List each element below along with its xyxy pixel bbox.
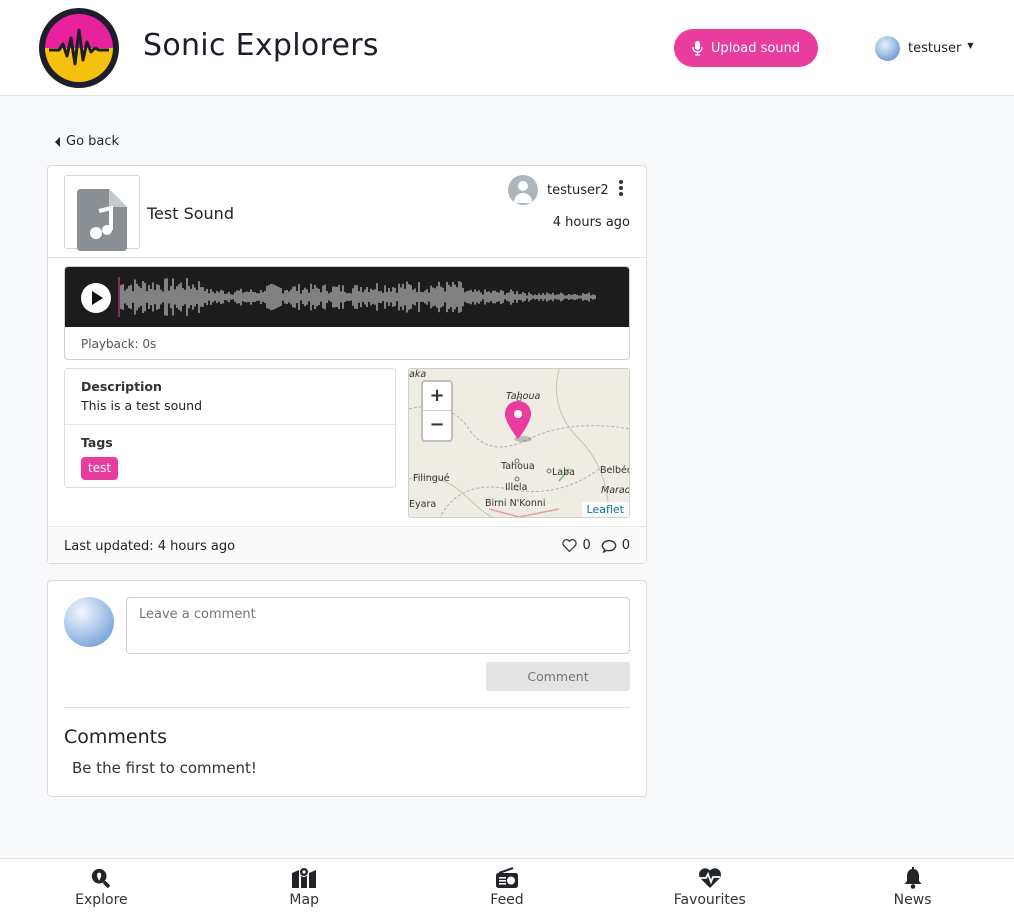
tags-label: Tags: [81, 435, 113, 450]
waveform-graphic[interactable]: [65, 267, 630, 327]
sound-stats: 0 0: [562, 538, 630, 553]
divider: [64, 707, 630, 708]
caret-down-icon: ▼: [967, 40, 974, 50]
microphone-icon: [692, 40, 703, 56]
go-back-label: Go back: [66, 134, 120, 149]
zoom-in-button[interactable]: +: [423, 382, 451, 411]
map-label: Illela: [505, 482, 528, 493]
sound-timestamp: 4 hours ago: [552, 215, 630, 230]
map-zoom-control: + −: [421, 380, 453, 442]
nav-label-map: Map: [289, 892, 319, 908]
comments-stat[interactable]: 0: [601, 538, 630, 553]
playback-time: Playback: 0s: [81, 337, 157, 351]
go-back-button[interactable]: Go back: [55, 134, 119, 149]
nav-label-feed: Feed: [490, 892, 524, 908]
map-label: Belbéd: [600, 465, 630, 476]
map-marker-icon[interactable]: [505, 401, 535, 443]
like-button[interactable]: 0: [562, 538, 591, 553]
nav-label-news: News: [893, 892, 932, 908]
nav-item-explore[interactable]: Explore: [0, 859, 203, 916]
nav-item-news[interactable]: News: [811, 859, 1014, 916]
username-label: testuser: [908, 40, 962, 56]
likes-count: 0: [582, 538, 591, 553]
map-icon: [292, 867, 317, 888]
user-avatar: [875, 35, 900, 61]
nav-item-favourites[interactable]: Favourites: [608, 859, 811, 916]
comments-count: 0: [621, 538, 630, 553]
nav-label-favourites: Favourites: [673, 892, 746, 908]
sound-details: Description This is a test sound Tags te…: [64, 368, 396, 488]
sound-thumbnail: [64, 175, 140, 251]
bottom-navigation: Explore Map Feed Favourites News: [0, 858, 1014, 916]
leaflet-attribution-link[interactable]: Leaflet: [581, 502, 629, 517]
tag-badge[interactable]: test: [81, 457, 119, 480]
comment-submit-button[interactable]: Comment: [486, 662, 630, 691]
comments-heading: Comments: [64, 726, 167, 748]
description-label: Description: [81, 379, 162, 394]
caret-left-icon: [55, 136, 60, 147]
empty-comments-text: Be the first to comment!: [72, 759, 257, 777]
description-section: Description This is a test sound: [65, 369, 395, 425]
nav-item-map[interactable]: Map: [203, 859, 406, 916]
map-label: Filingué: [413, 473, 450, 484]
sound-card-header: Test Sound testuser2 4 hours ago: [48, 166, 646, 258]
app-logo[interactable]: [39, 8, 119, 88]
sound-owner[interactable]: testuser2: [508, 175, 609, 205]
sound-card-footer: Last updated: 4 hours ago 0 0: [48, 526, 646, 563]
map-label: Tahoua: [501, 461, 535, 472]
description-text: This is a test sound: [81, 398, 203, 413]
owner-avatar-icon: [508, 175, 538, 205]
owner-username: testuser2: [547, 182, 609, 198]
top-navbar: Sonic Explorers Upload sound testuser ▼: [0, 0, 1014, 96]
sound-title: Test Sound: [147, 204, 234, 223]
map-label: Eyara: [409, 499, 437, 510]
upload-sound-button[interactable]: Upload sound: [674, 29, 818, 67]
heartbeat-logo-icon: [49, 28, 109, 66]
last-updated-text: Last updated: 4 hours ago: [64, 539, 236, 554]
current-user-avatar: [64, 597, 114, 647]
zoom-out-button[interactable]: −: [423, 411, 451, 440]
radio-icon: [495, 867, 518, 888]
heartbeat-icon: [698, 868, 721, 888]
comment-icon: [601, 539, 617, 553]
map-label: Maradi: [601, 485, 629, 496]
map-label: Birni N'Konni: [485, 498, 546, 509]
sound-card: Test Sound testuser2 4 hours ago Playbac…: [47, 165, 647, 564]
comments-card: Comment Comments Be the first to comment…: [47, 580, 647, 797]
map-label: aka: [409, 369, 427, 380]
comment-input[interactable]: [126, 597, 630, 654]
more-options-icon[interactable]: [618, 180, 624, 196]
nav-item-feed[interactable]: Feed: [406, 859, 609, 916]
file-audio-icon: [77, 189, 127, 251]
map-label: Laba: [552, 467, 575, 478]
search-location-icon: [92, 868, 111, 888]
audio-player: Playback: 0s: [64, 266, 630, 360]
heart-icon: [562, 539, 578, 552]
app-title[interactable]: Sonic Explorers: [143, 28, 379, 63]
upload-sound-label: Upload sound: [710, 40, 801, 56]
tags-section: Tags test: [65, 425, 395, 487]
nav-label-explore: Explore: [75, 892, 128, 908]
waveform[interactable]: [65, 267, 630, 327]
user-menu-dropdown[interactable]: testuser ▼: [875, 35, 973, 61]
location-map[interactable]: aka Tahoua Tahoua Laba Belbéd Filingué I…: [408, 368, 630, 518]
bell-icon: [904, 867, 922, 889]
